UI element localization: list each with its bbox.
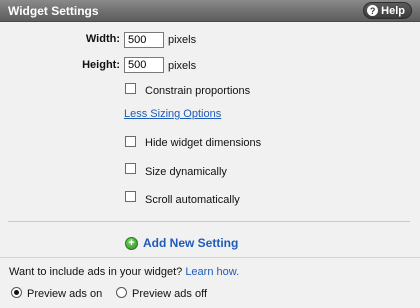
height-input[interactable] <box>124 57 164 73</box>
hide-dimensions-label: Hide widget dimensions <box>145 137 262 149</box>
size-dynamically-checkbox[interactable] <box>125 163 136 174</box>
preview-ads-off-radio[interactable] <box>116 287 127 298</box>
preview-ads-on-label: Preview ads on <box>27 288 103 300</box>
divider <box>8 221 410 222</box>
constrain-label: Constrain proportions <box>145 85 251 97</box>
question-icon: ? <box>367 5 379 16</box>
preview-ads-on-radio[interactable] <box>11 287 22 298</box>
less-sizing-options-link[interactable]: Less Sizing Options <box>124 108 221 120</box>
width-input[interactable] <box>124 32 164 48</box>
add-new-setting-button[interactable]: + Add New Setting <box>125 236 238 250</box>
help-button[interactable]: ? Help <box>363 2 412 19</box>
ads-question: Want to include ads in your widget? Lear… <box>9 266 239 278</box>
height-label: Height: <box>82 59 120 71</box>
learn-how-link[interactable]: Learn how. <box>185 266 239 278</box>
page-title: Widget Settings <box>8 4 99 18</box>
preview-ads-off-label: Preview ads off <box>132 288 208 300</box>
scroll-automatically-label: Scroll automatically <box>145 194 240 206</box>
scroll-automatically-checkbox[interactable] <box>125 191 136 202</box>
size-dynamically-label: Size dynamically <box>145 166 227 178</box>
constrain-checkbox[interactable] <box>125 83 136 94</box>
divider <box>0 257 420 258</box>
width-unit: pixels <box>168 34 197 46</box>
plus-icon: + <box>125 236 138 250</box>
height-unit: pixels <box>168 60 197 72</box>
add-new-setting-label: Add New Setting <box>143 236 239 250</box>
width-label: Width: <box>85 33 120 45</box>
ads-question-text: Want to include ads in your widget? <box>9 266 183 278</box>
help-label: Help <box>381 4 405 17</box>
hide-dimensions-checkbox[interactable] <box>125 136 136 147</box>
widget-settings-header: Widget Settings ? Help <box>0 0 420 22</box>
